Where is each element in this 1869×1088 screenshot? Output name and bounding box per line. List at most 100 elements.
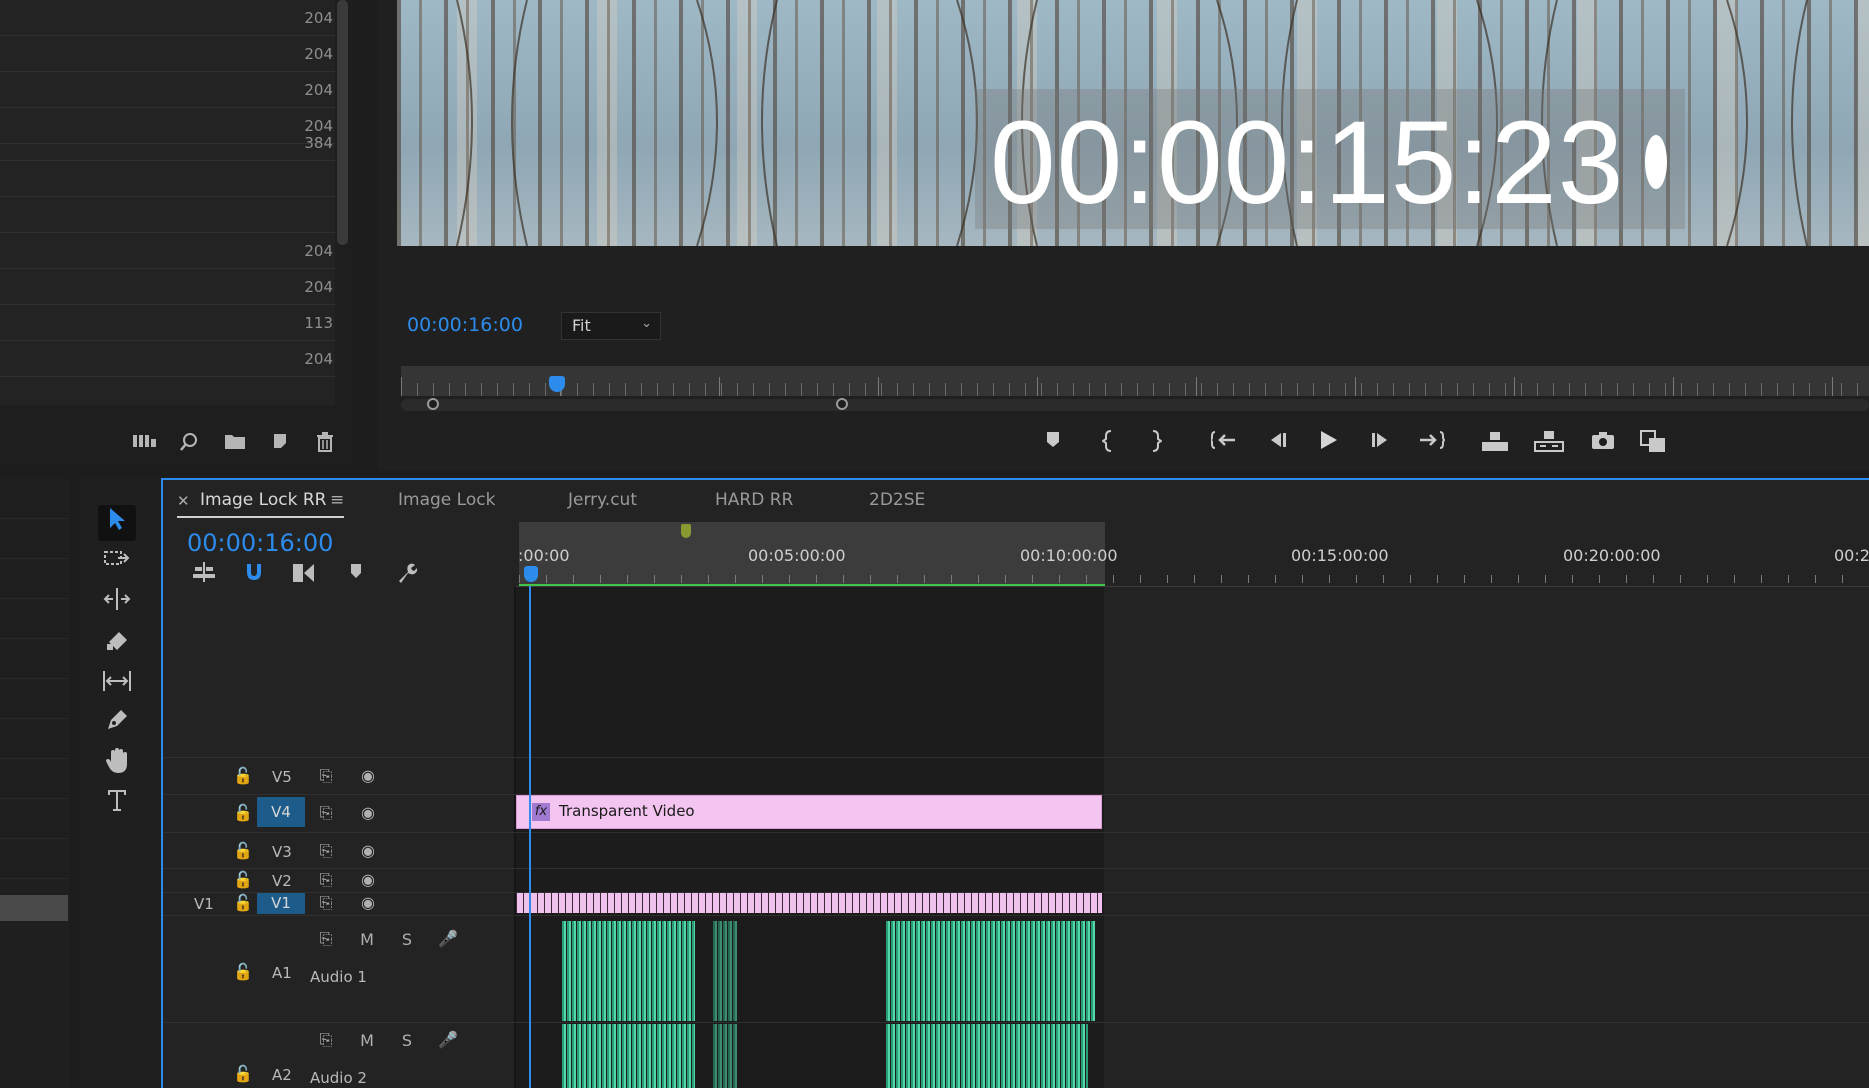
list-item[interactable]: 113 [0,305,335,341]
trash-icon[interactable] [312,432,338,454]
zoom-scrollbar[interactable] [401,399,1869,411]
audio-clip[interactable] [886,1024,1088,1088]
mute-button[interactable]: M [355,1031,379,1050]
lift-icon[interactable] [1481,430,1509,454]
step-forward-icon[interactable] [1367,430,1395,454]
clip-transparent-video[interactable]: fx Transparent Video [516,795,1102,829]
sync-lock-icon[interactable]: ⎘ [314,766,338,786]
audio-clip[interactable] [562,921,695,1021]
program-playhead[interactable] [549,376,565,392]
track-name-v2[interactable]: V2 [272,872,292,890]
sync-lock-icon[interactable]: ⎘ [314,893,338,913]
go-to-in-icon[interactable] [1209,430,1238,454]
slip-tool-icon[interactable] [100,668,134,700]
audio-clip[interactable] [562,1024,695,1088]
list-item[interactable] [0,377,335,405]
program-timecode[interactable]: 00:00:16:00 [407,314,523,336]
lock-icon[interactable]: 🔓 [231,841,255,860]
mark-in-icon[interactable] [1094,430,1122,454]
list-item[interactable]: 204 [0,269,335,305]
microphone-icon[interactable]: 🎤 [436,1030,460,1049]
add-marker-icon[interactable] [342,562,370,586]
list-item[interactable]: 384 [0,125,335,161]
eye-icon[interactable]: ◉ [356,803,380,822]
eye-icon[interactable]: ◉ [356,766,380,785]
go-to-out-icon[interactable] [1418,430,1446,454]
list-item[interactable]: 204 [0,0,335,36]
lock-icon[interactable]: 🔓 [231,803,255,822]
lock-icon[interactable]: 🔓 [231,870,255,889]
linked-selection-icon[interactable] [290,562,318,586]
list-item[interactable]: 204 [0,36,335,72]
lock-icon[interactable]: 🔓 [231,766,255,785]
track-name-v3[interactable]: V3 [272,843,292,861]
timeline-timecode[interactable]: 00:00:16:00 [187,529,333,557]
search-icon[interactable] [176,432,202,454]
camera-icon[interactable] [1589,430,1617,454]
lock-icon[interactable]: 🔓 [231,1064,255,1083]
tab-2d2se[interactable]: 2D2SE [869,490,925,510]
eye-icon[interactable]: ◉ [356,841,380,860]
audio-clip[interactable] [713,921,737,1021]
step-back-icon[interactable] [1263,430,1291,454]
zoom-handle-right[interactable] [836,398,848,410]
marker-olive[interactable] [681,524,691,538]
extract-icon[interactable] [1534,430,1564,454]
tab-image-lock-rr[interactable]: Image Lock RR [200,490,326,510]
solo-button[interactable]: S [395,930,419,949]
fit-dropdown[interactable]: Fit ⌄ [561,312,661,340]
list-item[interactable] [0,161,335,197]
track-name-v5[interactable]: V5 [272,768,292,786]
selected-list-item[interactable] [0,895,68,921]
sync-lock-icon[interactable]: ⎘ [314,1030,338,1050]
close-icon[interactable]: ✕ [177,492,190,510]
panel-menu-icon[interactable]: ≡ [330,490,344,510]
timeline-playhead[interactable] [524,566,538,582]
source-patch-v1[interactable]: V1 [194,895,214,913]
snap-icon[interactable] [240,562,268,586]
track-name-a2[interactable]: A2 [272,1066,292,1084]
project-list[interactable]: 204 204 204 204 384 204 204 113 204 [0,0,335,405]
list-item[interactable]: 204 [0,233,335,269]
play-icon[interactable] [1314,430,1342,454]
track-name-a1[interactable]: A1 [272,964,292,982]
ripple-edit-tool-icon[interactable] [100,587,134,619]
new-item-icon[interactable] [268,432,294,454]
type-tool-icon[interactable] [100,788,134,820]
insert-nest-icon[interactable] [190,562,218,586]
lock-icon[interactable]: 🔓 [231,962,255,981]
track-name-v4[interactable]: V4 [257,797,305,827]
sync-lock-icon[interactable]: ⎘ [314,870,338,890]
mute-button[interactable]: M [355,930,379,949]
wrench-icon[interactable] [393,562,421,586]
list-item[interactable]: 204 [0,72,335,108]
razor-tool-icon[interactable] [100,628,134,660]
eye-icon[interactable]: ◉ [356,893,380,912]
folder-icon[interactable] [222,432,248,454]
microphone-icon[interactable]: 🎤 [436,929,460,948]
selection-tool-icon[interactable] [100,507,134,539]
solo-button[interactable]: S [395,1031,419,1050]
hand-tool-icon[interactable] [100,748,134,780]
lock-icon[interactable]: 🔓 [231,893,255,912]
tab-image-lock[interactable]: Image Lock [398,490,495,510]
audio-clip[interactable] [886,921,1095,1021]
eye-icon[interactable]: ◉ [356,870,380,889]
list-view-icon[interactable] [132,432,158,454]
pen-tool-icon[interactable] [100,708,134,740]
tab-jerry-cut[interactable]: Jerry.cut [568,490,637,510]
marker-icon[interactable] [1039,430,1067,454]
scrollbar[interactable] [337,0,348,245]
sync-lock-icon[interactable]: ⎘ [314,803,338,823]
tab-hard-rr[interactable]: HARD RR [715,490,793,510]
sync-lock-icon[interactable]: ⎘ [314,841,338,861]
audio-clip[interactable] [713,1024,737,1088]
mark-out-icon[interactable] [1142,430,1170,454]
compare-icon[interactable] [1640,430,1668,454]
zoom-handle-left[interactable] [427,398,439,410]
sync-lock-icon[interactable]: ⎘ [314,929,338,949]
list-item[interactable]: 204 [0,341,335,377]
clip-v1-edits[interactable] [516,893,1102,913]
track-name-v1[interactable]: V1 [257,893,305,914]
track-select-tool-icon[interactable] [100,546,134,578]
